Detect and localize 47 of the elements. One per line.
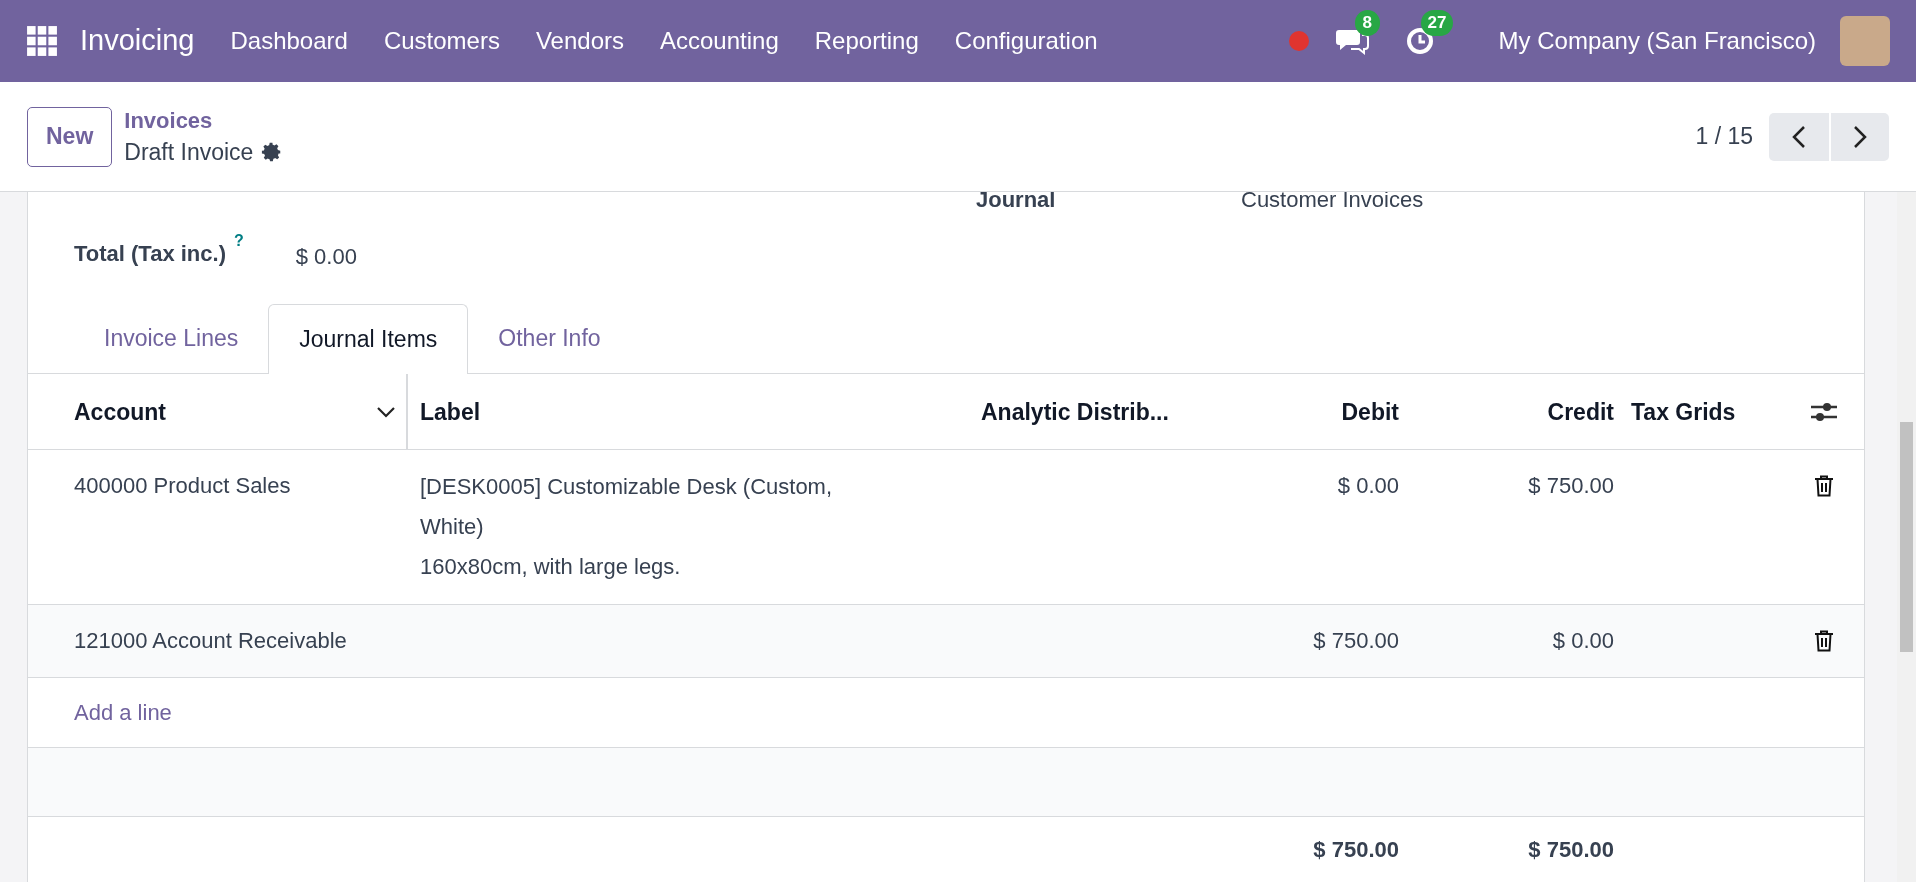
app-name[interactable]: Invoicing xyxy=(80,19,195,63)
menu-item[interactable]: Dashboard xyxy=(230,23,348,59)
table-cell-text: $ 0.00 xyxy=(1551,627,1614,656)
record-title: Draft Invoice xyxy=(124,137,254,167)
chevron-down-icon[interactable] xyxy=(376,406,396,419)
table-cell-text: $ 750.00 xyxy=(1527,472,1614,501)
field-label: Total (Tax inc.) xyxy=(74,239,226,268)
pager-counter: 1 / 15 xyxy=(1695,122,1753,152)
add-line-link[interactable]: Add a line xyxy=(74,695,172,729)
menu-item[interactable]: Vendors xyxy=(535,23,624,59)
trash-icon[interactable] xyxy=(1814,475,1834,498)
trash-icon[interactable] xyxy=(1814,630,1834,653)
help-tooltip-icon[interactable]: ? xyxy=(234,232,244,250)
message-count-badge: 8 xyxy=(1354,10,1381,36)
table-cell-text: $ 750.00 xyxy=(1312,627,1399,656)
column-header[interactable]: Debit xyxy=(1341,398,1399,425)
clock-icon[interactable] xyxy=(1404,26,1435,56)
table-cell-text: 121000 Account Receivable xyxy=(73,627,348,656)
column-header[interactable]: Account xyxy=(74,394,166,430)
menu-item[interactable]: Reporting xyxy=(814,23,919,59)
apps-menu-icon[interactable] xyxy=(26,25,58,57)
tab[interactable]: Invoice Lines xyxy=(74,303,269,374)
company-name[interactable]: My Company (San Francisco) xyxy=(1498,23,1816,59)
total-credit: $ 750.00 xyxy=(1527,836,1614,865)
previous-button[interactable] xyxy=(1769,112,1829,161)
table-cell-text: White) xyxy=(420,513,485,542)
next-button[interactable] xyxy=(1831,112,1889,161)
table-cell-text: 160x80cm, with large legs. xyxy=(420,553,682,582)
tab[interactable]: Journal Items xyxy=(268,304,469,375)
column-header[interactable]: Credit xyxy=(1547,398,1614,425)
column-header[interactable]: Label xyxy=(420,398,481,425)
column-header[interactable]: Analytic Distrib... xyxy=(981,398,1169,425)
table-cell-text: $ 0.00 xyxy=(1336,472,1399,501)
activity-count-badge: 27 xyxy=(1420,10,1454,36)
menu-item[interactable]: Configuration xyxy=(954,23,1098,59)
chevron-left-icon xyxy=(1792,124,1806,149)
table-cell-text: 400000 Product Sales xyxy=(73,472,292,501)
field-value: $ 0.00 xyxy=(295,242,357,271)
menu-item[interactable]: Accounting xyxy=(660,23,779,59)
table-cell-text: [DESK0005] Customizable Desk (Custom, xyxy=(420,473,834,502)
total-debit: $ 750.00 xyxy=(1312,836,1399,865)
menu-item[interactable]: Customers xyxy=(383,23,500,59)
chevron-right-icon xyxy=(1853,124,1867,149)
new-button[interactable]: New xyxy=(27,106,113,167)
breadcrumb-link[interactable]: Invoices xyxy=(124,105,284,136)
column-header[interactable]: Tax Grids xyxy=(1631,398,1736,425)
tab[interactable]: Other Info xyxy=(468,303,631,374)
